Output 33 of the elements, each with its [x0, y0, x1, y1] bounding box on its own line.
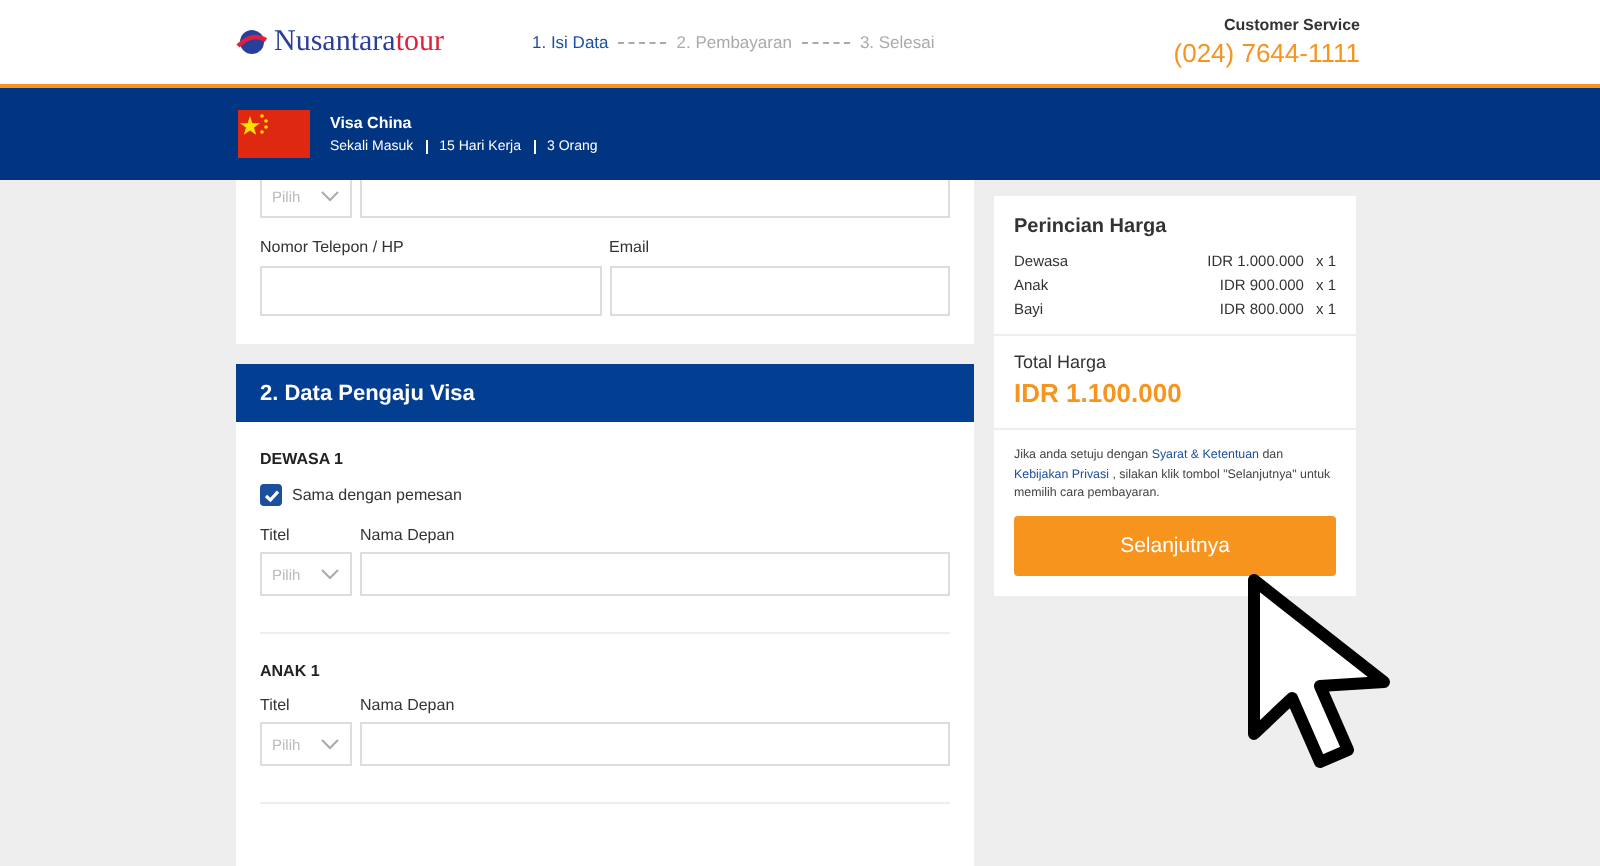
step-label: 2. Pembayaran [676, 32, 792, 52]
chevron-down-icon [320, 568, 340, 580]
applicant-heading: DEWASA 1 [260, 450, 345, 468]
applicant-heading: ANAK 1 [260, 662, 322, 680]
step-label: 1. Isi Data [532, 32, 609, 52]
total-label: Total Harga [1014, 352, 1109, 372]
total-price: IDR 1.100.000 [1014, 378, 1184, 408]
china-flag-icon [238, 110, 310, 158]
input-field[interactable] [609, 266, 950, 316]
logo-icon [236, 28, 268, 56]
logo[interactable]: Nusantaratour [236, 25, 532, 59]
field-label: Email [609, 238, 652, 256]
input-field[interactable] [260, 266, 601, 316]
field-label: Nama Depan [360, 526, 455, 544]
checkbox-label: Sama dengan pemesan [292, 486, 462, 504]
logo-text: Nusantaratour [274, 25, 444, 59]
customer-service-label: Customer Service [1223, 16, 1360, 34]
step-label: 3. Selesai [859, 32, 935, 52]
field-label: Titel [260, 696, 292, 714]
name-input[interactable] [360, 180, 950, 218]
next-button[interactable]: Selanjutnya [1014, 515, 1336, 576]
phone-number: (024) 7644-1111 [1173, 38, 1360, 68]
name-input[interactable] [360, 722, 950, 766]
visa-title: Visa China [330, 114, 414, 132]
field-label: Nomor Telepon / HP [260, 238, 406, 256]
field-label: Nama Depan [360, 696, 455, 714]
checkbox[interactable] [260, 484, 282, 506]
section-title: 2. Data Pengaju Visa [260, 381, 475, 405]
price-title: Perincian Harga [1014, 216, 1169, 238]
chevron-down-icon [320, 190, 340, 202]
field-label: Titel [260, 526, 292, 544]
chevron-down-icon [320, 738, 340, 750]
name-input[interactable] [360, 552, 950, 596]
